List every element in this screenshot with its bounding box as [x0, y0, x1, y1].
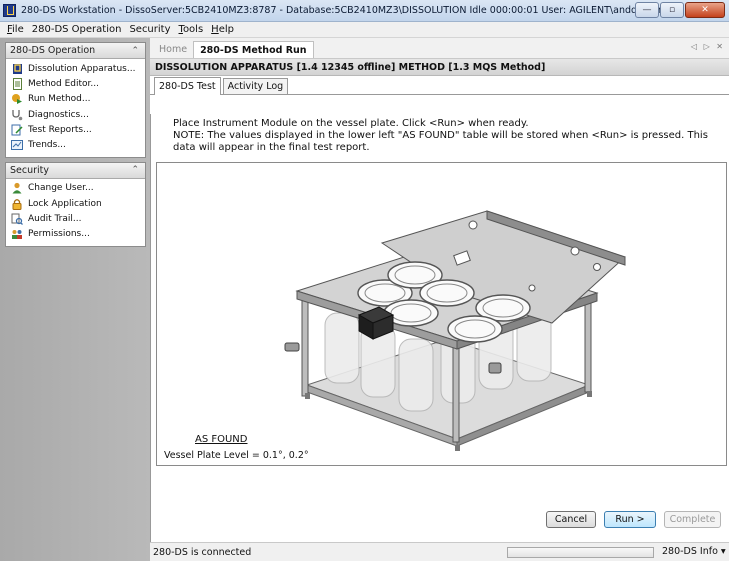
menu-tools-label: ools — [182, 24, 204, 35]
run-method-icon — [11, 93, 23, 105]
sidebar-item-lock-application[interactable]: Lock Application — [6, 196, 145, 211]
instruction-line-2: NOTE: The values displayed in the lower … — [173, 130, 708, 153]
document-icon — [11, 77, 23, 90]
security-group-title: Security — [10, 164, 50, 176]
close-button[interactable]: ✕ — [685, 2, 725, 18]
apparatus-image-panel: AS FOUND Vessel Plate Level = 0.1°, 0.2° — [156, 162, 727, 466]
menu-280ds-operation[interactable]: 280-DS Operation — [28, 24, 126, 35]
security-group: Security ⌃ Change User... Lock Applicati… — [5, 161, 146, 247]
sidebar-item-label: Lock Application — [28, 198, 102, 209]
operation-group: 280-DS Operation ⌃ Dissolution Apparatus… — [5, 42, 146, 158]
status-bar: 280-DS is connected 280-DS Info ▾ — [150, 542, 729, 561]
security-list: Change User... Lock Application Audit Tr… — [6, 179, 145, 246]
cancel-button[interactable]: Cancel — [546, 511, 596, 528]
report-icon — [11, 124, 23, 136]
sidebar-item-change-user[interactable]: Change User... — [6, 181, 145, 196]
sidebar-item-trends[interactable]: Trends... — [6, 137, 145, 152]
info-dropdown[interactable]: 280-DS Info ▾ — [662, 546, 726, 557]
maximize-button[interactable]: ▫ — [660, 2, 684, 18]
complete-button[interactable]: Complete — [664, 511, 721, 528]
operation-group-title: 280-DS Operation — [10, 45, 96, 56]
tab-home[interactable]: Home — [153, 41, 193, 58]
sidebar-item-audit-trail[interactable]: Audit Trail... — [6, 211, 145, 226]
instructions: Place Instrument Module on the vessel pl… — [173, 118, 718, 154]
tab-280ds-test[interactable]: 280-DS Test — [154, 77, 221, 95]
minimize-button[interactable]: — — [635, 2, 659, 18]
user-icon — [11, 182, 23, 194]
sidebar-item-label: Trends... — [28, 140, 66, 151]
apparatus-icon — [11, 63, 23, 75]
menu-help-label: elp — [218, 24, 234, 35]
connection-status: 280-DS is connected — [153, 546, 252, 558]
menu-help-accel: H — [211, 24, 219, 35]
main-panel: Home 280-DS Method Run ◁ ▷ ✕ DISSOLUTION… — [150, 38, 729, 561]
window-title: 280-DS Workstation - DissoServer:5CB2410… — [21, 5, 664, 16]
collapse-chevron-icon[interactable]: ⌃ — [131, 165, 139, 175]
sidebar-item-test-reports[interactable]: Test Reports... — [6, 122, 145, 137]
operation-list: Dissolution Apparatus... Method Editor..… — [6, 59, 145, 157]
security-group-header[interactable]: Security ⌃ — [6, 162, 145, 179]
sidebar-item-label: Audit Trail... — [28, 214, 82, 225]
trend-chart-icon — [11, 139, 23, 151]
sidebar-item-diagnostics[interactable]: Diagnostics... — [6, 107, 145, 122]
run-button[interactable]: Run > — [604, 511, 656, 528]
users-group-icon — [11, 228, 23, 240]
sidebar-item-dissolution-apparatus[interactable]: Dissolution Apparatus... — [6, 61, 145, 76]
menu-security-label: Security — [129, 24, 171, 35]
tab-nav-controls[interactable]: ◁ ▷ ✕ — [691, 42, 725, 51]
sidebar-item-run-method[interactable]: Run Method... — [6, 92, 145, 107]
sidebar-item-label: Permissions... — [28, 229, 90, 240]
apparatus-method-header: DISSOLUTION APPARATUS [1.4 12345 offline… — [150, 59, 729, 76]
audit-trail-icon — [11, 213, 23, 225]
sidebar-item-permissions[interactable]: Permissions... — [6, 227, 145, 242]
document-tab-strip: Home 280-DS Method Run ◁ ▷ ✕ — [150, 38, 729, 59]
menu-file-label: ile — [12, 24, 24, 35]
sidebar-item-method-editor[interactable]: Method Editor... — [6, 76, 145, 91]
menu-bar: File 280-DS Operation Security Tools Hel… — [0, 22, 729, 38]
menu-operation-label: 280-DS Operation — [31, 24, 122, 35]
sidebar-item-label: Run Method... — [28, 94, 91, 105]
instruction-line-1: Place Instrument Module on the vessel pl… — [173, 118, 529, 129]
operation-group-header[interactable]: 280-DS Operation ⌃ — [6, 43, 145, 59]
collapse-chevron-icon[interactable]: ⌃ — [131, 46, 139, 56]
left-navigation-pane: 280-DS Operation ⌃ Dissolution Apparatus… — [0, 38, 150, 561]
sub-tab-strip: 280-DS Test Activity Log — [150, 76, 729, 95]
sidebar-item-label: Diagnostics... — [28, 109, 89, 120]
window-controls: — ▫ ✕ — [635, 2, 725, 18]
sidebar-item-label: Change User... — [28, 183, 94, 194]
menu-tools[interactable]: Tools — [175, 24, 208, 35]
status-progress-bar — [507, 547, 654, 558]
vessel-plate-level: Vessel Plate Level = 0.1°, 0.2° — [164, 450, 309, 461]
sidebar-item-label: Method Editor... — [28, 78, 100, 89]
menu-help[interactable]: Help — [207, 24, 238, 35]
menu-security[interactable]: Security — [125, 24, 174, 35]
title-bar: 280-DS Workstation - DissoServer:5CB2410… — [0, 0, 729, 22]
lock-icon — [11, 198, 23, 210]
app-icon — [3, 4, 16, 17]
sidebar-item-label: Dissolution Apparatus... — [28, 63, 136, 74]
as-found-heading: AS FOUND — [195, 434, 248, 445]
vessel-plate-illustration — [284, 210, 626, 451]
tab-activity-log[interactable]: Activity Log — [222, 78, 289, 94]
action-button-row: Cancel Run > Complete — [151, 511, 721, 528]
menu-file[interactable]: File — [3, 24, 28, 35]
test-tab-content: Place Instrument Module on the vessel pl… — [150, 114, 729, 561]
stethoscope-icon — [11, 109, 23, 121]
sidebar-item-label: Test Reports... — [28, 124, 92, 135]
tab-method-run[interactable]: 280-DS Method Run — [193, 41, 314, 58]
